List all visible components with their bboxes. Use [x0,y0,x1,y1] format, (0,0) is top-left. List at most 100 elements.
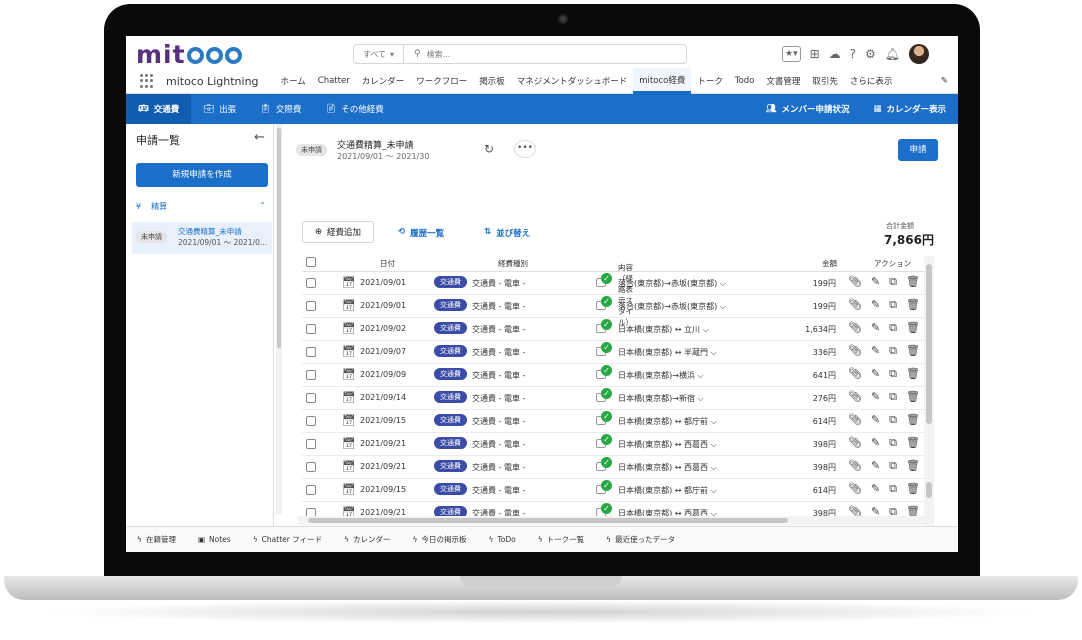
pencil-icon[interactable]: ✎ [871,459,880,473]
table-row[interactable]: 📅︎ 2021/09/21 交通費交通費 - 電車 - ✓ 日本橋(東京都) ↔ 西葛西… [302,433,930,456]
table-row[interactable]: 📅︎ 2021/09/01 交通費 交通費 - 電車 - ✓ 落合(東京都)→赤坂(東京都… [302,272,930,295]
row-route[interactable]: 日本橋(東京都) ↔ 半蔵門 ⌵ [618,347,717,358]
trash-icon[interactable]: 🗑︎ [906,413,920,427]
edit-nav-icon[interactable]: ✎ [941,76,948,86]
row-checkbox[interactable] [306,416,316,426]
table-row[interactable]: 📅︎ 2021/09/21 交通費交通費 - 電車 - ✓ 日本橋(東京都) ↔ 西葛西… [302,456,930,479]
row-route[interactable]: 日本橋(東京都)→横浜 ⌵ [618,370,704,381]
table-row[interactable]: 📅︎ 2021/09/15 交通費 交通費 - 電車 - ✓ 日本橋(東京都) ↔ 都庁前… [302,479,930,502]
utility-item[interactable]: ϟ Chatter フィード [242,534,333,545]
expense-tab[interactable]: 💼︎ 出張 [191,94,248,124]
table-scrollbar[interactable] [924,256,934,526]
copy-icon[interactable]: ⧉ [889,436,897,450]
expense-tab[interactable]: 📄︎ その他経費 [313,94,395,124]
trash-icon[interactable]: 🗑︎ [906,390,920,404]
trash-icon[interactable]: 🗑︎ [906,275,920,289]
search-scope-select[interactable]: すべて ▾ [354,45,404,63]
utility-item[interactable]: ϟ カレンダー [333,534,401,545]
search-box[interactable]: すべて ▾ ⚲ 検索... [353,44,687,64]
table-row[interactable]: 📅︎ 2021/09/01 交通費 交通費 - 電車 - ✓ 落合(東京都)→赤坂(東京都… [302,295,930,318]
bell-icon[interactable]: 🔔︎ [885,47,900,61]
avatar[interactable] [909,44,930,64]
nav-tab[interactable]: マネジメントダッシュボード [511,68,634,94]
row-checkbox[interactable] [306,439,316,449]
copy-icon[interactable]: ⧉ [889,390,897,404]
paperclip-icon[interactable]: 📎︎ [848,321,862,335]
nav-tab[interactable]: mitoco経費 [633,68,692,94]
nav-tab[interactable]: 掲示板 [473,68,511,94]
paperclip-icon[interactable]: 📎︎ [848,344,862,358]
row-route[interactable]: 日本橋(東京都)→新宿 ⌵ [618,393,704,404]
nav-tab[interactable]: さらに表示 [844,68,899,94]
left-scrollbar[interactable] [276,124,282,514]
row-route[interactable]: 日本橋(東京都) ↔ 都庁前 ⌵ [618,416,717,427]
table-row[interactable]: 📅︎ 2021/09/15 交通費 交通費 - 電車 - ✓ 日本橋(東京都) ↔ 都庁前… [302,410,930,433]
paperclip-icon[interactable]: 📎︎ [848,367,862,381]
copy-icon[interactable]: ⧉ [889,344,897,358]
row-checkbox[interactable] [306,347,316,357]
utility-item[interactable]: ϟ ToDo [477,535,526,544]
trash-icon[interactable]: 🗑︎ [906,482,920,496]
history-link[interactable]: ⟲ 履歴一覧 [398,227,444,239]
select-all-checkbox[interactable] [306,257,316,267]
search-input[interactable]: 検索... [427,49,451,60]
nav-tab[interactable]: ホーム [275,68,312,94]
trash-icon[interactable]: 🗑︎ [906,321,920,335]
pencil-icon[interactable]: ✎ [871,482,880,496]
utility-item[interactable]: ϟ トーク一覧 [527,534,595,545]
table-row[interactable]: 📅︎ 2021/09/09 交通費 交通費 - 電車 - ✓ 日本橋(東京都)→横浜 ⌵ 6… [302,364,930,387]
utility-item[interactable]: ϟ 今日の掲示板 [402,534,478,545]
more-actions-button[interactable]: ••• [514,140,536,158]
expense-tab[interactable]: 📋︎ 交際費 [248,94,313,124]
trash-icon[interactable]: 🗑︎ [906,459,920,473]
report-list-item[interactable]: 未申請 交通費精算_未申請 2021/09/01 ～ 2021/0... [132,222,272,254]
apply-button[interactable]: 申請 [898,139,938,161]
copy-icon[interactable]: ⧉ [889,482,897,496]
row-checkbox[interactable] [306,393,316,403]
row-route[interactable]: 落合(東京都)→赤坂(東京都) ⌵ [618,301,726,312]
row-checkbox[interactable] [306,278,316,288]
add-expense-button[interactable]: ⊕ 経費追加 [302,221,374,243]
favorites-icon[interactable]: ★▾ [782,46,801,62]
paperclip-icon[interactable]: 📎︎ [848,413,862,427]
row-checkbox[interactable] [306,370,316,380]
horizontal-scrollbar[interactable] [298,516,932,525]
utility-item[interactable]: ϟ 在籍管理 [126,534,187,545]
collapse-arrow-icon[interactable]: ← [254,130,265,145]
row-route[interactable]: 日本橋(東京都) ↔ 西葛西 ⌵ [618,439,717,450]
table-row[interactable]: 📅︎ 2021/09/07 交通費 交通費 - 電車 - ✓ 日本橋(東京都) ↔ 半蔵門… [302,341,930,364]
nav-tab[interactable]: トーク [691,68,729,94]
paperclip-icon[interactable]: 📎︎ [848,390,862,404]
app-launcher-icon[interactable] [140,74,154,88]
trash-icon[interactable]: 🗑︎ [906,344,920,358]
nav-tab[interactable]: カレンダー [356,68,411,94]
pencil-icon[interactable]: ✎ [871,321,880,335]
mitoco-logo[interactable]: mit [136,40,243,69]
paperclip-icon[interactable]: 📎︎ [848,275,862,289]
pencil-icon[interactable]: ✎ [871,298,880,312]
pencil-icon[interactable]: ✎ [871,275,880,289]
copy-icon[interactable]: ⧉ [889,321,897,335]
nav-tab[interactable]: Todo [729,68,761,94]
row-checkbox[interactable] [306,301,316,311]
copy-icon[interactable]: ⧉ [889,298,897,312]
copy-icon[interactable]: ⧉ [889,275,897,289]
row-route[interactable]: 日本橋(東京都) ↔ 都庁前 ⌵ [618,485,717,496]
expense-tab[interactable]: 🚌︎ 交通費 [126,94,192,124]
paperclip-icon[interactable]: 📎︎ [848,298,862,312]
paperclip-icon[interactable]: 📎︎ [848,459,862,473]
pencil-icon[interactable]: ✎ [871,367,880,381]
row-checkbox[interactable] [306,462,316,472]
nav-tab[interactable]: 取引先 [806,68,844,94]
calendar-view-button[interactable]: ▦ カレンダー表示 [861,94,958,124]
copy-icon[interactable]: ⧉ [889,367,897,381]
pencil-icon[interactable]: ✎ [871,344,880,358]
utility-item[interactable]: ▣ Notes [187,535,242,544]
new-report-button[interactable]: 新規申請を作成 [136,163,268,187]
trash-icon[interactable]: 🗑︎ [906,436,920,450]
pencil-icon[interactable]: ✎ [871,390,880,404]
pencil-icon[interactable]: ✎ [871,436,880,450]
row-route[interactable]: 落合(東京都)→赤坂(東京都) ⌵ [618,278,726,289]
pencil-icon[interactable]: ✎ [871,413,880,427]
help-icon[interactable]: ? [850,47,856,61]
